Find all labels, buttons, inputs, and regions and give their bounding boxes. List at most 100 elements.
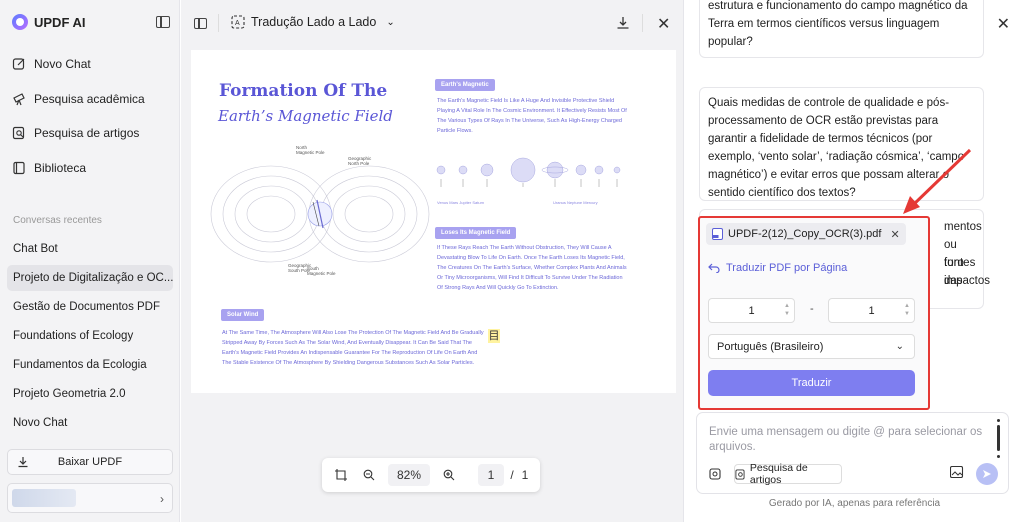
- pdf-title-line2: Earth’s Magnetic Field: [218, 107, 393, 125]
- pdf-file-icon: [712, 228, 723, 240]
- translate-button[interactable]: Traduzir: [708, 370, 915, 396]
- download-icon: [17, 456, 29, 471]
- page-number-input[interactable]: 1: [478, 464, 504, 486]
- planet-labels: Venus Mars Jupiter Saturn: [437, 200, 485, 205]
- ai-chat-panel: ✕ estrutura e funcionamento do campo mag…: [685, 0, 1024, 522]
- divider: [218, 14, 219, 32]
- pdf-section-tag: Earth's Magnetic: [435, 79, 495, 91]
- sidebar: UPDF AI Novo Chat Pesquisa acadêmica Pes…: [0, 0, 180, 522]
- updf-logo-icon: [12, 14, 28, 30]
- conversation-item[interactable]: Foundations of Ecology: [7, 323, 173, 349]
- diagram-label: Geographic North Pole: [348, 156, 372, 166]
- chevron-down-icon: ⌄: [386, 16, 395, 28]
- chevron-right-icon: ›: [160, 492, 164, 506]
- zoom-toolbar: 82% 1 / 1: [322, 458, 540, 492]
- highlighted-glyph: 目: [488, 329, 500, 343]
- chat-message: estrutura e funcionamento do campo magné…: [699, 0, 984, 58]
- close-viewer-icon[interactable]: ✕: [657, 14, 670, 34]
- download-label: Baixar UPDF: [57, 456, 123, 468]
- conversation-item[interactable]: Projeto Geometria 2.0: [7, 381, 173, 407]
- viewer-toolbar: A Tradução Lado a Lado ⌄ ✕: [181, 0, 684, 46]
- scrollbar-thumb[interactable]: [997, 425, 1000, 451]
- pdf-section-tag: Loses Its Magnetic Field: [435, 227, 517, 239]
- translate-link-label: Traduzir PDF por Página: [726, 262, 848, 274]
- fit-page-icon[interactable]: [330, 458, 352, 492]
- search-doc-icon: [12, 126, 26, 140]
- page-to-input[interactable]: 1 ▲ ▼: [828, 298, 915, 323]
- chat-message: Quais medidas de controle de qualidade e…: [699, 87, 984, 201]
- close-chat-icon[interactable]: ✕: [997, 14, 1010, 34]
- tool-label: Pesquisa de artigos: [749, 462, 808, 486]
- stepper-icon[interactable]: ▲ ▼: [904, 302, 910, 318]
- conversation-item[interactable]: Chat Bot: [7, 236, 173, 262]
- planet-labels: Uranus Neptune Mercury: [553, 200, 598, 205]
- avatar: [12, 489, 76, 507]
- page-from-value: 1: [748, 304, 755, 317]
- file-name: UPDF-2(12)_Copy_OCR(3).pdf: [728, 228, 882, 240]
- page-from-input[interactable]: 1 ▲ ▼: [708, 298, 795, 323]
- chevron-down-icon: ⌄: [895, 341, 904, 352]
- brand-name: UPDF AI: [34, 14, 86, 30]
- message-fragment: impactos: [944, 275, 991, 287]
- toggle-panel-icon[interactable]: [194, 18, 207, 29]
- translation-mode-select[interactable]: A Tradução Lado a Lado ⌄: [231, 15, 395, 29]
- svg-text:A: A: [235, 20, 240, 27]
- message-fragment: mentos: [944, 221, 982, 233]
- conversation-item-active[interactable]: Projeto de Digitalização e OC...: [7, 265, 173, 291]
- target-language-select[interactable]: Português (Brasileiro) ⌄: [708, 334, 915, 359]
- zoom-in-icon[interactable]: [438, 458, 460, 492]
- scroll-up-dot: [997, 419, 1000, 422]
- nav-label: Pesquisa de artigos: [34, 126, 140, 140]
- brand[interactable]: UPDF AI: [12, 14, 86, 30]
- plugin-icon[interactable]: [705, 464, 725, 484]
- translate-pdf-card: UPDF-2(12)_Copy_OCR(3).pdf ✕ Traduzir PD…: [698, 216, 930, 410]
- download-icon[interactable]: [616, 16, 630, 33]
- translation-mode-label: Tradução Lado a Lado: [251, 15, 377, 29]
- translate-icon: A: [231, 15, 245, 29]
- recent-conversations-label: Conversas recentes: [13, 215, 102, 226]
- nav-label: Pesquisa acadêmica: [34, 92, 145, 106]
- conversation-item[interactable]: Gestão de Documentos PDF: [7, 294, 173, 320]
- library-icon: [12, 161, 26, 175]
- divider: [642, 14, 643, 32]
- zoom-out-icon[interactable]: [358, 458, 380, 492]
- search-doc-icon: [735, 469, 745, 479]
- pdf-section-tag: Solar Wind: [221, 309, 265, 321]
- article-search-tool-button[interactable]: Pesquisa de artigos: [734, 462, 842, 486]
- planets-illustration: [436, 157, 621, 187]
- pdf-paragraph: If These Rays Reach The Earth Without Ob…: [437, 245, 627, 291]
- nav-article-search[interactable]: Pesquisa de artigos: [12, 123, 139, 143]
- stepper-icon[interactable]: ▲ ▼: [784, 302, 790, 318]
- nav-label: Biblioteca: [34, 161, 87, 175]
- pdf-paragraph: At The Same Time, The Atmosphere Will Al…: [222, 330, 484, 366]
- message-composer[interactable]: Envie uma mensagem ou digite @ para sele…: [696, 412, 1009, 494]
- collapse-sidebar-icon[interactable]: [156, 16, 170, 28]
- ai-disclaimer: Gerado por IA, apenas para referência: [768, 498, 941, 509]
- translate-by-page-link[interactable]: Traduzir PDF por Página: [708, 262, 847, 274]
- download-updf-button[interactable]: Baixar UPDF: [7, 449, 173, 475]
- nav-new-chat[interactable]: Novo Chat: [12, 54, 91, 74]
- nav-academic-search[interactable]: Pesquisa acadêmica: [12, 89, 145, 109]
- nav-library[interactable]: Biblioteca: [12, 158, 86, 178]
- remove-file-icon[interactable]: ✕: [890, 228, 899, 241]
- nav-label: Novo Chat: [34, 57, 91, 71]
- send-button[interactable]: [976, 463, 998, 485]
- range-dash: -: [810, 303, 814, 315]
- undo-arrow-icon: [708, 263, 720, 273]
- add-image-icon[interactable]: [949, 465, 964, 481]
- page-separator: /: [510, 468, 514, 482]
- pdf-page: Formation Of The Earth’s Magnetic Field …: [191, 50, 676, 393]
- composer-placeholder: Envie uma mensagem ou digite @ para sele…: [709, 426, 983, 453]
- edit-icon: [12, 57, 26, 71]
- user-account-card[interactable]: ›: [7, 483, 173, 513]
- language-value: Português (Brasileiro): [717, 340, 824, 353]
- page-to-value: 1: [868, 304, 875, 317]
- scroll-down-dot: [997, 455, 1000, 458]
- send-icon: [983, 470, 991, 478]
- zoom-level[interactable]: 82%: [388, 464, 430, 486]
- diagram-label: South Magnetic Pole: [307, 266, 336, 276]
- conversation-item[interactable]: Fundamentos da Ecologia: [7, 352, 173, 378]
- conversation-item[interactable]: Novo Chat: [7, 410, 173, 436]
- pdf-title-line1: Formation Of The: [219, 81, 388, 101]
- attached-file-chip[interactable]: UPDF-2(12)_Copy_OCR(3).pdf ✕: [706, 223, 906, 245]
